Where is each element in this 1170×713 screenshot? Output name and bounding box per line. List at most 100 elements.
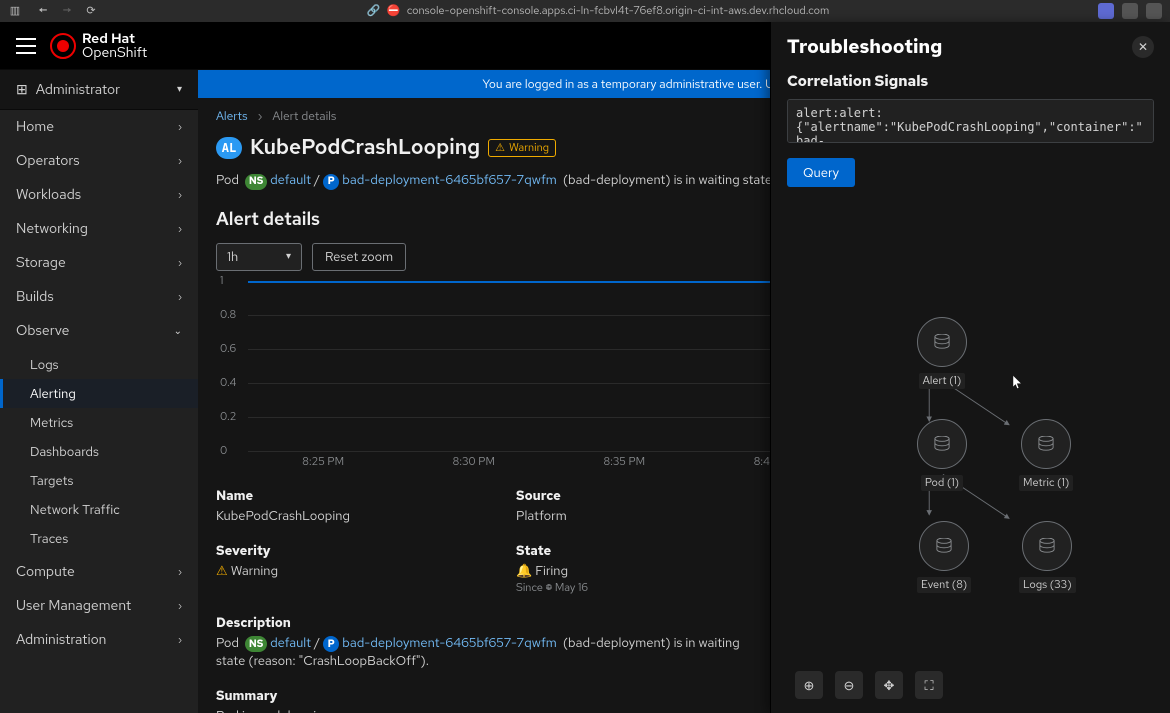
troubleshooting-panel: Troubleshooting ✕ Correlation Signals Qu… [770, 22, 1170, 713]
chevron-right-icon: › [178, 155, 182, 168]
detail-severity-value: ⚠ Warning [216, 562, 456, 579]
pod-badge: P [323, 636, 339, 652]
namespace-badge: NS [245, 174, 267, 190]
subnav-dashboards[interactable]: Dashboards [0, 437, 198, 466]
detail-source-value: Platform [516, 507, 756, 524]
sidebar-item-user-management[interactable]: User Management› [0, 589, 198, 623]
detail-summary-label: Summary [216, 687, 756, 704]
topo-node-event[interactable]: Event (8) [917, 521, 971, 593]
chevron-right-icon: › [178, 121, 182, 134]
browser-ext-1[interactable] [1098, 3, 1114, 19]
breadcrumb-root[interactable]: Alerts [216, 108, 248, 124]
detail-severity-label: Severity [216, 542, 456, 559]
chevron-right-icon: › [178, 257, 182, 270]
fit-to-screen-button[interactable]: ✥ [875, 671, 903, 699]
namespace-badge: NS [245, 636, 267, 652]
namespace-link[interactable]: default [270, 634, 311, 651]
grid-icon: ⊞ [16, 81, 28, 99]
subnav-logs[interactable]: Logs [0, 350, 198, 379]
nav-back-icon[interactable]: ← [36, 4, 50, 18]
chevron-right-icon: › [178, 223, 182, 236]
nav-reload-icon[interactable]: ⟳ [84, 4, 98, 18]
detail-name-value: KubePodCrashLooping [216, 507, 456, 524]
topo-node-label: Alert (1) [919, 373, 966, 389]
topo-node-pod[interactable]: Pod (1) [917, 419, 967, 491]
warning-icon: ⚠ [216, 562, 228, 579]
sidebar-item-networking[interactable]: Networking› [0, 212, 198, 246]
pod-link[interactable]: bad-deployment-6465bf657-7qwfm [342, 171, 557, 188]
nav-toggle-button[interactable] [16, 38, 36, 54]
topology-view[interactable]: Alert (1) Pod (1) Metric (1) Event (8) L… [787, 317, 1154, 617]
cursor-icon [1013, 375, 1023, 389]
query-button[interactable]: Query [787, 158, 855, 187]
panel-title: Troubleshooting [787, 34, 942, 59]
sidebar-item-administration[interactable]: Administration› [0, 623, 198, 657]
browser-ext-2[interactable] [1122, 3, 1138, 19]
y-tick: 0.8 [220, 308, 236, 322]
signals-title: Correlation Signals [787, 71, 1154, 91]
fullscreen-icon: ⛶ [924, 677, 933, 694]
sidebar: ⊞ Administrator ▾ Home› Operators› Workl… [0, 70, 198, 713]
subnav-network-traffic[interactable]: Network Traffic [0, 495, 198, 524]
globe-icon: 🌐 [546, 581, 553, 595]
bell-icon: 🔔 [516, 562, 532, 579]
chevron-right-icon: › [178, 634, 182, 647]
nav-forward-icon[interactable]: → [60, 4, 74, 18]
chevron-right-icon: › [178, 291, 182, 304]
browser-ext-3[interactable] [1146, 3, 1162, 19]
chevron-down-icon: ⌄ [174, 325, 182, 338]
x-tick: 8:30 PM [453, 455, 495, 469]
detail-description-value: Pod NS default / P bad-deployment-6465bf… [216, 634, 756, 670]
perspective-label: Administrator [36, 81, 120, 99]
reset-zoom-button[interactable]: Reset zoom [312, 243, 406, 271]
x-tick: 8:25 PM [302, 455, 344, 469]
detail-name-label: Name [216, 487, 456, 504]
x-tick: 8:35 PM [603, 455, 645, 469]
chevron-right-icon: › [258, 108, 263, 124]
brand-line2: OpenShift [82, 46, 147, 60]
topo-node-alert[interactable]: Alert (1) [917, 317, 967, 389]
sidebar-item-storage[interactable]: Storage› [0, 246, 198, 280]
subnav-targets[interactable]: Targets [0, 466, 198, 495]
topology-toolbar: ⊕ ⊖ ✥ ⛶ [795, 671, 943, 699]
breadcrumb-current: Alert details [272, 108, 336, 124]
url-text[interactable]: console-openshift-console.apps.ci-ln-fcb… [407, 4, 830, 18]
pod-badge: P [323, 174, 339, 190]
subnav-traces[interactable]: Traces [0, 524, 198, 553]
subnav-alerting[interactable]: Alerting [0, 379, 198, 408]
timerange-select[interactable]: 1h▾ [216, 243, 302, 271]
zoom-in-button[interactable]: ⊕ [795, 671, 823, 699]
sidebar-item-builds[interactable]: Builds› [0, 280, 198, 314]
close-icon: ✕ [1138, 39, 1148, 55]
topo-node-label: Event (8) [917, 577, 971, 593]
browser-chrome: ▥ ← → ⟳ 🔗 ⛔ console-openshift-console.ap… [0, 0, 1170, 22]
y-tick: 0.6 [220, 342, 236, 356]
perspective-switcher[interactable]: ⊞ Administrator ▾ [0, 70, 198, 110]
fullscreen-button[interactable]: ⛶ [915, 671, 943, 699]
detail-source-label: Source [516, 487, 756, 504]
pod-link[interactable]: bad-deployment-6465bf657-7qwfm [342, 634, 557, 651]
topo-node-label: Logs (33) [1019, 577, 1076, 593]
subnav-metrics[interactable]: Metrics [0, 408, 198, 437]
topo-node-label: Metric (1) [1019, 475, 1073, 491]
detail-state-value: 🔔 Firing [516, 562, 756, 579]
close-panel-button[interactable]: ✕ [1132, 36, 1154, 58]
sidebar-item-observe[interactable]: Observe⌄ [0, 314, 198, 348]
sidebar-item-workloads[interactable]: Workloads› [0, 178, 198, 212]
chevron-down-icon: ▾ [177, 83, 182, 96]
fit-icon: ✥ [884, 677, 895, 694]
namespace-link[interactable]: default [270, 171, 311, 188]
sidebar-toggle-icon[interactable]: ▥ [8, 4, 22, 18]
observe-subnav: Logs Alerting Metrics Dashboards Targets… [0, 348, 198, 555]
zoom-out-button[interactable]: ⊖ [835, 671, 863, 699]
link-icon: 🔗 [367, 4, 381, 18]
topo-node-metric[interactable]: Metric (1) [1019, 419, 1073, 491]
brand-logo[interactable]: Red Hat OpenShift [50, 32, 147, 60]
zoom-in-icon: ⊕ [804, 677, 815, 694]
sidebar-item-home[interactable]: Home› [0, 110, 198, 144]
y-tick: 1 [220, 274, 223, 288]
topo-node-logs[interactable]: Logs (33) [1019, 521, 1076, 593]
sidebar-item-operators[interactable]: Operators› [0, 144, 198, 178]
sidebar-item-compute[interactable]: Compute› [0, 555, 198, 589]
correlation-query-input[interactable] [787, 99, 1154, 143]
